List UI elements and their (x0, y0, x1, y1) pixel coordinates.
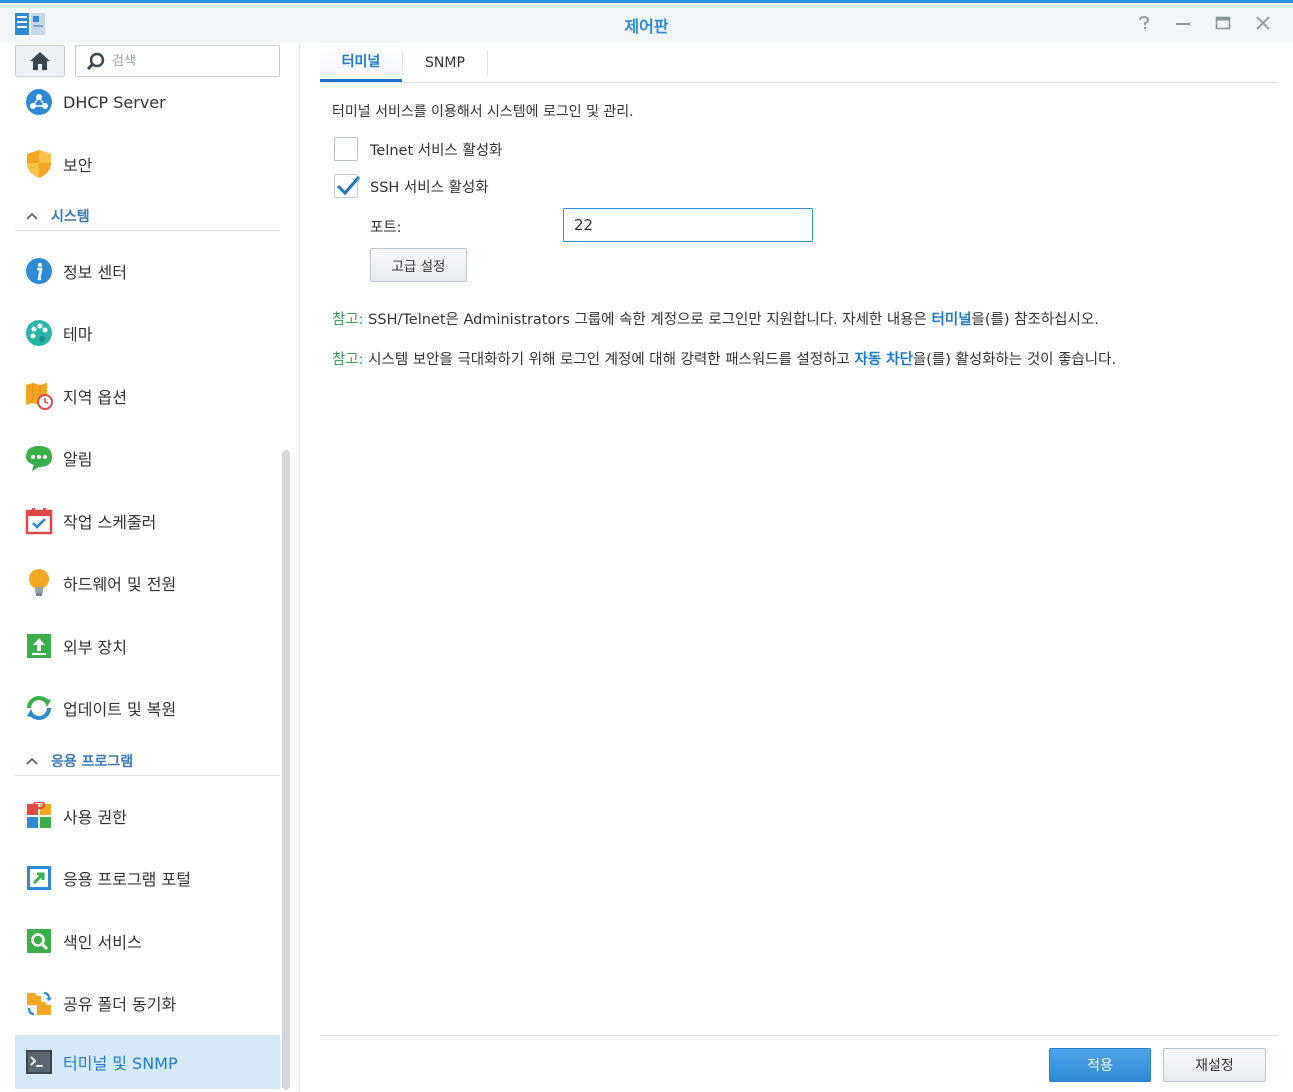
maximize-icon[interactable] (1212, 12, 1234, 34)
theme-palette-icon (24, 318, 54, 348)
note-text: 시스템 보안을 극대화하기 위해 로그인 계정에 대해 강력한 패스워드를 설정… (363, 352, 855, 368)
window-title: 제어판 (624, 17, 669, 36)
sidebar-item-label: 공유 폴더 동기화 (63, 995, 177, 1014)
advanced-settings-button[interactable]: 고급 설정 (370, 248, 467, 282)
dhcp-server-icon (24, 87, 54, 117)
note-security: 참고: 시스템 보안을 극대화하기 위해 로그인 계정에 대해 강력한 패스워드… (332, 348, 1116, 369)
tab-snmp[interactable]: SNMP (403, 43, 487, 82)
search-field[interactable] (75, 45, 280, 77)
shared-folder-sync-icon (24, 988, 54, 1018)
sidebar-item-regional-options[interactable]: 지역 옵션 (15, 369, 280, 423)
sidebar-item-update-restore[interactable]: 업데이트 및 복원 (15, 681, 280, 735)
sidebar-section-system[interactable]: 시스템 (15, 201, 280, 231)
sidebar-item-privileges[interactable]: 사용 권한 (15, 789, 280, 843)
ssh-option[interactable]: SSH 서비스 활성화 (334, 174, 489, 198)
sidebar-section-label: 시스템 (51, 208, 90, 225)
update-restore-icon (24, 693, 54, 723)
note-text: SSH/Telnet은 Administrators 그룹에 속한 계정으로 로… (363, 312, 932, 328)
sidebar-item-label: 터미널 및 SNMP (63, 1054, 178, 1073)
sidebar-scrollbar[interactable] (282, 450, 290, 1090)
sidebar-item-notification[interactable]: 알림 (15, 431, 280, 485)
home-button[interactable] (15, 45, 65, 77)
sidebar-item-terminal-snmp[interactable]: 터미널 및 SNMP (15, 1035, 280, 1089)
application-portal-icon (24, 863, 54, 893)
hardware-power-icon (24, 568, 54, 598)
auto-block-link[interactable]: 자동 차단 (855, 352, 913, 368)
search-icon (86, 52, 105, 71)
telnet-option[interactable]: Telnet 서비스 활성화 (334, 137, 502, 161)
sidebar-item-label: 외부 장치 (63, 638, 127, 657)
sidebar-item-label: 보안 (63, 156, 93, 175)
port-label: 포트: (370, 220, 402, 236)
telnet-checkbox[interactable] (334, 137, 358, 161)
close-icon[interactable] (1252, 12, 1274, 34)
sidebar-item-task-scheduler[interactable]: 작업 스케줄러 (15, 494, 280, 548)
apply-button[interactable]: 적용 (1049, 1048, 1151, 1082)
external-devices-icon (24, 631, 54, 661)
sidebar-item-label: 테마 (63, 325, 93, 344)
port-input[interactable] (563, 208, 813, 242)
sidebar-item-indexing-service[interactable]: 색인 서비스 (15, 914, 280, 968)
sidebar-item-label: DHCP Server (63, 92, 166, 112)
help-icon[interactable] (1133, 12, 1155, 34)
checkmark-icon (336, 176, 361, 196)
sidebar-item-label: 응용 프로그램 포털 (63, 870, 191, 889)
regional-options-icon (24, 381, 54, 411)
sidebar-item-application-portal[interactable]: 응용 프로그램 포털 (15, 851, 280, 905)
note-ssh-telnet: 참고: SSH/Telnet은 Administrators 그룹에 속한 계정… (332, 308, 1099, 329)
sidebar-item-label: 작업 스케줄러 (63, 513, 157, 532)
note-text: 을(를) 참조하십시오. (971, 312, 1099, 328)
sidebar-item-hardware-power[interactable]: 하드웨어 및 전원 (15, 556, 280, 610)
footer-divider (320, 1035, 1278, 1036)
tab-bar: 터미널 SNMP (320, 43, 1278, 83)
sidebar-item-info-center[interactable]: 정보 센터 (15, 244, 280, 298)
indexing-service-icon (24, 926, 54, 956)
note-text: 을(를) 활성화하는 것이 좋습니다. (912, 352, 1117, 368)
tab-divider (487, 51, 488, 75)
reset-button[interactable]: 재설정 (1163, 1048, 1266, 1082)
sidebar-item-label: 알림 (63, 450, 93, 469)
sidebar-item-label: 지역 옵션 (63, 388, 127, 407)
ssh-checkbox[interactable] (334, 174, 361, 198)
task-scheduler-icon (24, 506, 54, 536)
tab-terminal[interactable]: 터미널 (320, 43, 402, 82)
title-bar[interactable]: 제어판 (0, 3, 1293, 43)
sidebar-section-applications[interactable]: 응용 프로그램 (15, 746, 280, 776)
ssh-label: SSH 서비스 활성화 (370, 179, 489, 196)
sidebar: DHCP Server 보안 시스템 정보 센터 테마 지역 옵션 (0, 43, 300, 1092)
terminal-icon (24, 1047, 54, 1077)
sidebar-item-shared-folder-sync[interactable]: 공유 폴더 동기화 (15, 976, 280, 1030)
sidebar-item-security[interactable]: 보안 (15, 137, 280, 191)
home-icon (30, 52, 50, 70)
notification-icon (24, 443, 54, 473)
search-input[interactable] (112, 51, 272, 71)
sidebar-item-label: 업데이트 및 복원 (63, 700, 177, 719)
info-center-icon (24, 256, 54, 286)
privileges-icon (24, 801, 54, 831)
sidebar-item-theme[interactable]: 테마 (15, 306, 280, 360)
sidebar-item-dhcp-server[interactable]: DHCP Server (15, 75, 280, 129)
sidebar-item-label: 정보 센터 (63, 263, 127, 282)
note-key: 참고: (332, 352, 364, 368)
telnet-label: Telnet 서비스 활성화 (370, 142, 503, 159)
security-shield-icon (24, 149, 54, 179)
minimize-icon[interactable] (1172, 12, 1194, 34)
sidebar-section-label: 응용 프로그램 (51, 753, 134, 770)
chevron-up-icon (26, 757, 38, 765)
sidebar-item-label: 하드웨어 및 전원 (63, 575, 177, 594)
sidebar-item-label: 색인 서비스 (63, 933, 142, 952)
chevron-up-icon (26, 212, 38, 220)
terminal-description: 터미널 서비스를 이용해서 시스템에 로그인 및 관리. (332, 104, 634, 120)
note-key: 참고: (332, 312, 364, 328)
sidebar-item-label: 사용 권한 (63, 808, 127, 827)
sidebar-item-external-devices[interactable]: 외부 장치 (15, 619, 280, 673)
terminal-help-link[interactable]: 터미널 (932, 312, 972, 328)
